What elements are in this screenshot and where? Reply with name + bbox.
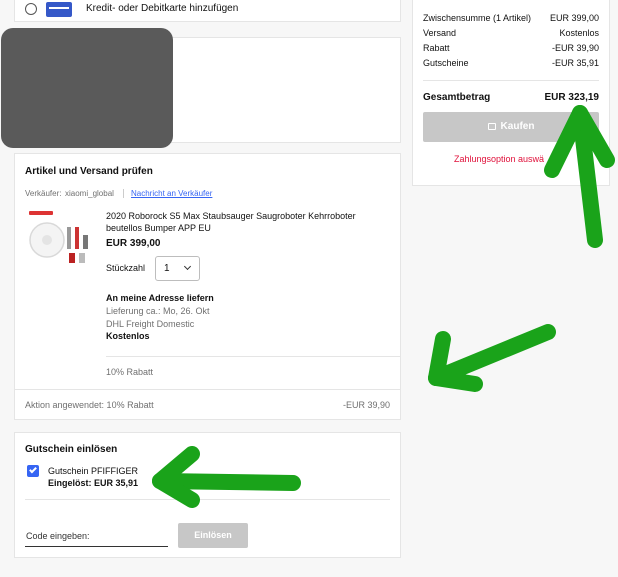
annotation-arrows xyxy=(152,105,615,508)
arrow-to-total-icon xyxy=(544,105,615,248)
arrow-to-discount-icon xyxy=(428,324,556,392)
arrow-to-coupon-icon xyxy=(152,446,301,508)
